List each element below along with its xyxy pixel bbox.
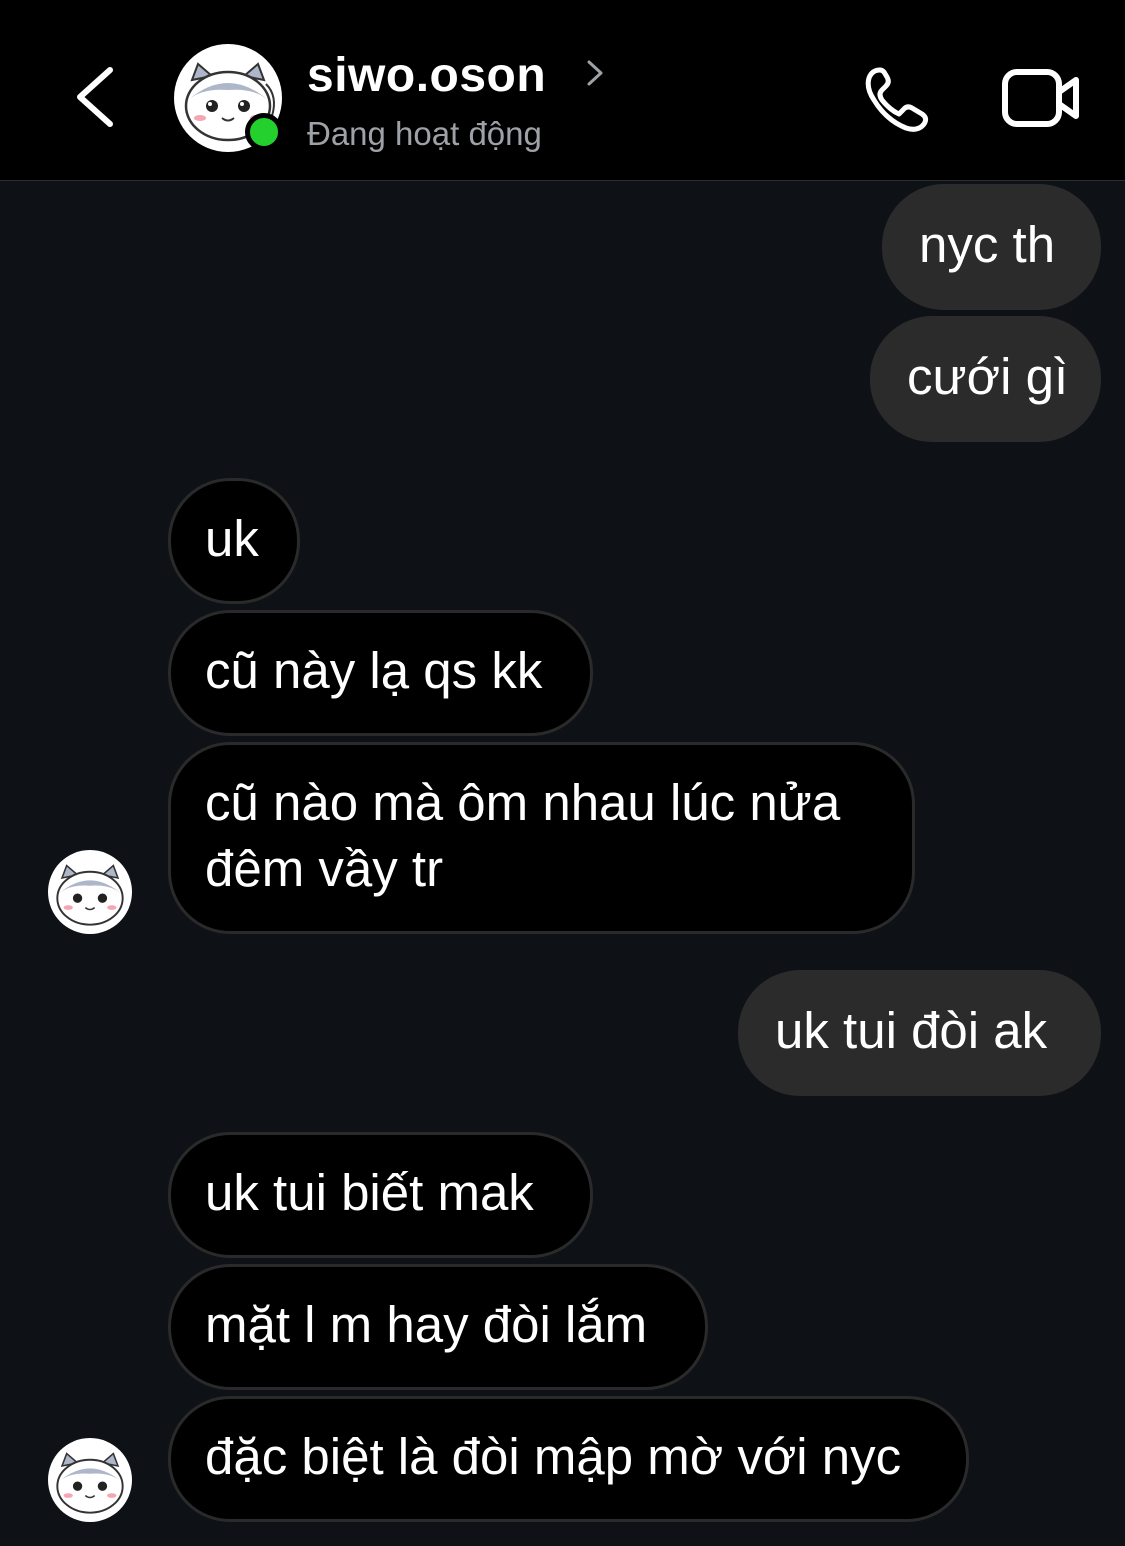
- message-incoming[interactable]: uk: [168, 478, 300, 604]
- phone-call-icon[interactable]: [860, 62, 934, 136]
- message-outgoing[interactable]: nyc th: [882, 184, 1101, 310]
- message-incoming[interactable]: uk tui biết mak: [168, 1132, 593, 1258]
- chevron-right-icon[interactable]: [583, 58, 607, 88]
- back-chevron-icon[interactable]: [62, 60, 132, 134]
- message-incoming[interactable]: đặc biệt là đòi mập mờ với nyc: [168, 1396, 969, 1522]
- message-line: đêm vầy tr: [205, 840, 444, 897]
- sender-avatar[interactable]: [48, 850, 132, 934]
- message-outgoing[interactable]: cưới gì: [870, 316, 1101, 442]
- video-call-icon[interactable]: [1000, 66, 1082, 130]
- avatar-cat-icon: [56, 1452, 124, 1514]
- sender-avatar[interactable]: [48, 1438, 132, 1522]
- message-incoming[interactable]: cũ này lạ qs kk: [168, 610, 593, 736]
- active-status: Đang hoạt động: [307, 115, 542, 152]
- contact-name[interactable]: siwo.oson: [307, 48, 546, 104]
- online-status-dot: [245, 113, 283, 151]
- message-line: cũ nào mà ôm nhau lúc nửa: [205, 774, 841, 831]
- message-outgoing[interactable]: uk tui đòi ak: [738, 970, 1101, 1096]
- message-incoming[interactable]: mặt l m hay đòi lắm: [168, 1264, 708, 1390]
- chat-header: siwo.oson Đang hoạt động: [0, 0, 1125, 181]
- message-incoming[interactable]: cũ nào mà ôm nhau lúc nửa đêm vầy tr: [168, 742, 915, 934]
- avatar-cat-icon: [56, 864, 124, 926]
